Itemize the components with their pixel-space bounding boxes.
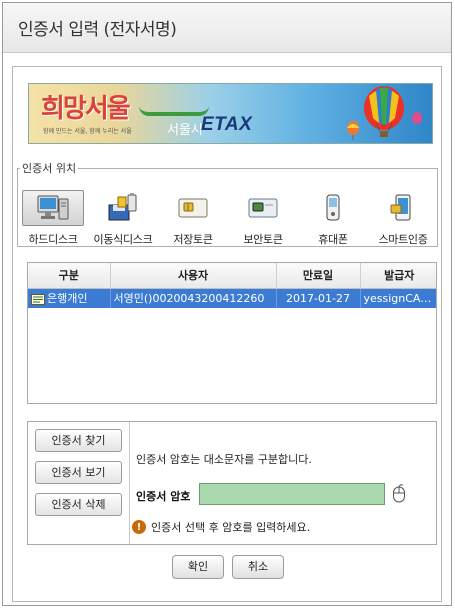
device-security-token[interactable]: 보안토큰 xyxy=(228,188,298,250)
location-legend: 인증서 위치 xyxy=(22,162,77,175)
banner-tagline: 함께 만드는 서울, 함께 누리는 서울 xyxy=(43,128,132,135)
banner-product: ETAX xyxy=(201,114,253,135)
device-label: 스마트인증 xyxy=(378,233,428,246)
delete-certificate-button[interactable]: 인증서 삭제 xyxy=(35,493,122,516)
certificate-dialog: 인증서 입력 (전자서명) 희망서울 함께 만드는 서울, 함께 누리는 서울 … xyxy=(2,2,452,606)
password-section: 인증서 찾기 인증서 보기 인증서 삭제 인증서 암호는 대소문자를 구분합니다… xyxy=(27,421,437,545)
certificate-actions: 인증서 찾기 인증서 보기 인증서 삭제 xyxy=(28,422,130,544)
password-label: 인증서 암호 xyxy=(136,490,191,503)
column-header-expiry[interactable]: 만료일 xyxy=(276,263,361,289)
storage-token-icon xyxy=(178,198,208,218)
device-label: 이동식디스크 xyxy=(93,233,153,246)
mouse-icon[interactable] xyxy=(392,484,406,504)
etax-banner: 희망서울 함께 만드는 서울, 함께 누리는 서울 서울시 ETAX xyxy=(28,83,433,144)
banner-swoosh xyxy=(139,106,209,116)
balloon-icon xyxy=(347,86,422,140)
banner-city: 서울시 xyxy=(167,123,203,138)
mobile-phone-icon xyxy=(326,194,340,221)
column-header-user[interactable]: 사용자 xyxy=(110,263,277,289)
banner-slogan: 희망서울 xyxy=(41,94,131,124)
device-list: 하드디스크 이동식디스크 저장토큰 보안토큰 휴대폰 스마트인증 xyxy=(18,188,439,250)
dialog-title: 인증서 입력 (전자서명) xyxy=(18,20,177,40)
password-area: 인증서 암호는 대소문자를 구분합니다. 인증서 암호 ! 인증서 선택 후 암… xyxy=(130,422,436,544)
dialog-footer: 확인 취소 xyxy=(13,555,443,579)
security-token-icon xyxy=(248,198,278,218)
column-header-issuer[interactable]: 발급자 xyxy=(360,263,436,289)
hard-disk-icon xyxy=(37,195,69,220)
smart-auth-icon xyxy=(390,194,411,221)
table-header-row: 구분 사용자 만료일 발급자 xyxy=(28,263,436,289)
warning-text: 인증서 선택 후 암호를 입력하세요. xyxy=(151,521,311,534)
cancel-button[interactable]: 취소 xyxy=(232,555,284,579)
ok-button[interactable]: 확인 xyxy=(172,555,224,579)
removable-disk-icon xyxy=(108,193,137,221)
case-sensitivity-hint: 인증서 암호는 대소문자를 구분합니다. xyxy=(136,453,312,466)
find-certificate-button[interactable]: 인증서 찾기 xyxy=(35,429,122,452)
cert-type: 은행개인 xyxy=(47,292,88,306)
device-mobile-phone[interactable]: 휴대폰 xyxy=(298,188,368,250)
device-removable-disk[interactable]: 이동식디스크 xyxy=(88,188,158,250)
password-warning: ! 인증서 선택 후 암호를 입력하세요. xyxy=(132,519,310,535)
column-header-type[interactable]: 구분 xyxy=(28,263,111,289)
device-label: 보안토큰 xyxy=(243,233,283,246)
certificate-icon xyxy=(31,293,45,305)
device-label: 하드디스크 xyxy=(28,233,78,246)
device-label: 휴대폰 xyxy=(318,233,348,246)
password-field[interactable] xyxy=(199,483,385,505)
cert-issuer: yessignCA-Class1 xyxy=(360,288,436,308)
cert-user: 서영민()0020043200412260 xyxy=(110,288,277,308)
table-row[interactable]: 은행개인 서영민()0020043200412260 2017-01-27 ye… xyxy=(28,288,436,308)
view-certificate-button[interactable]: 인증서 보기 xyxy=(35,461,122,484)
certificate-table: 구분 사용자 만료일 발급자 은행개인 서영민()002004320041226… xyxy=(27,262,437,404)
dialog-body: 희망서울 함께 만드는 서울, 함께 누리는 서울 서울시 ETAX 인증서 위… xyxy=(12,66,442,602)
title-bar: 인증서 입력 (전자서명) xyxy=(3,3,451,53)
device-smart-auth[interactable]: 스마트인증 xyxy=(368,188,438,250)
device-hard-disk[interactable]: 하드디스크 xyxy=(18,188,88,250)
device-label: 저장토큰 xyxy=(173,233,213,246)
cert-expiry: 2017-01-27 xyxy=(276,288,361,308)
warning-icon: ! xyxy=(132,520,146,534)
device-storage-token[interactable]: 저장토큰 xyxy=(158,188,228,250)
certificate-location-group: 인증서 위치 하드디스크 이동식디스크 저장토큰 보안토큰 휴대폰 스마트인증 xyxy=(17,160,438,247)
